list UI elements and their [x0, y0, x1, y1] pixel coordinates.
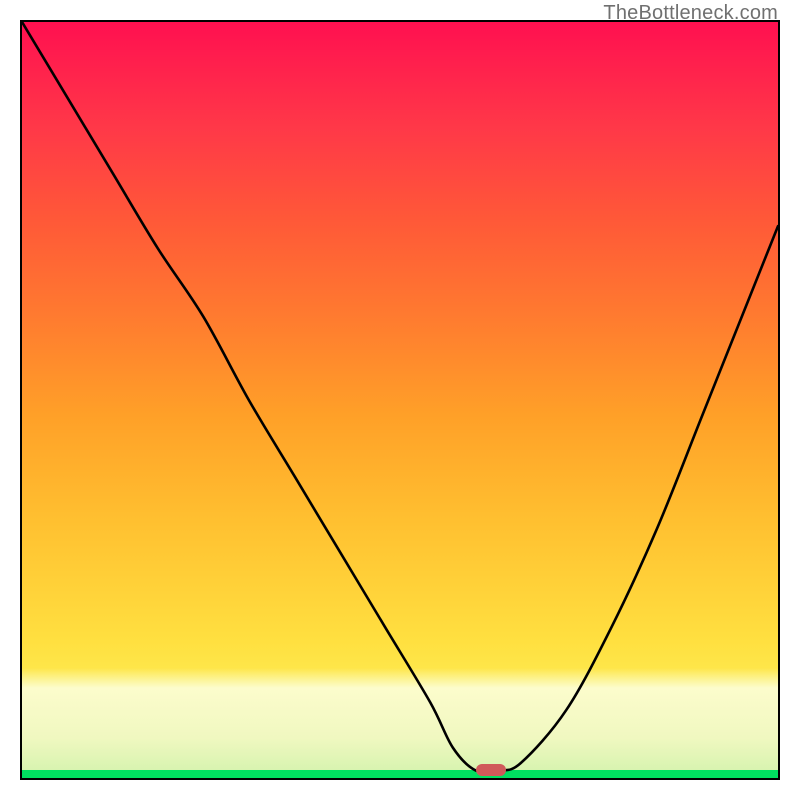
minimum-marker [476, 764, 506, 776]
chart-container: TheBottleneck.com [0, 0, 800, 800]
bottleneck-curve [22, 22, 778, 772]
curve-svg [22, 22, 778, 778]
plot-area [20, 20, 780, 780]
